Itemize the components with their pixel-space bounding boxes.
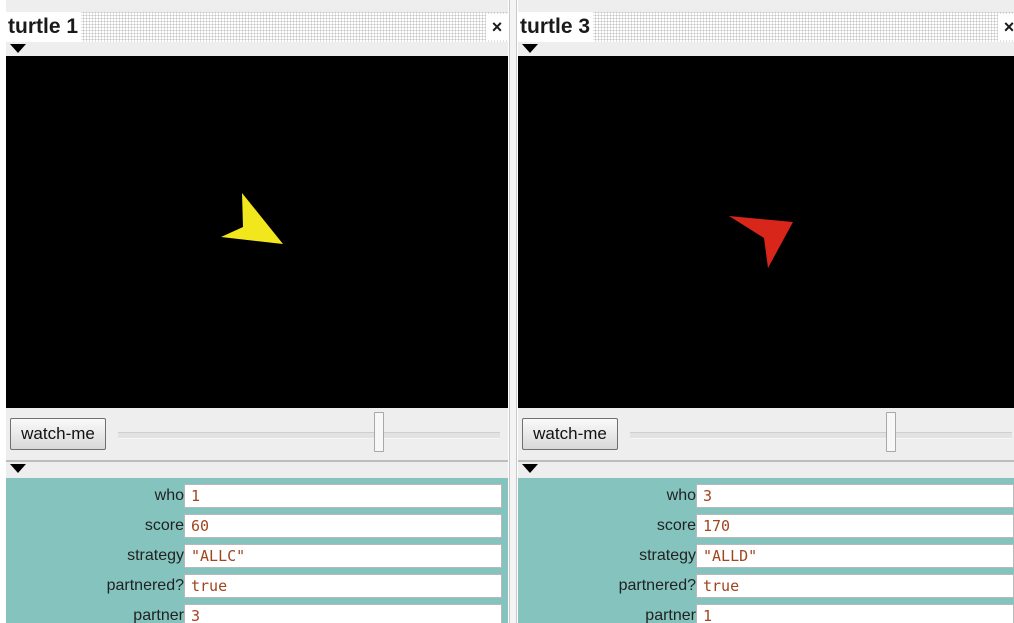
var-label: partner bbox=[645, 607, 696, 623]
var-value-field[interactable]: true bbox=[184, 574, 502, 598]
watch-me-button[interactable]: watch-me bbox=[10, 418, 106, 450]
view-collapse-toggle[interactable] bbox=[518, 42, 1014, 56]
var-value-field[interactable]: 3 bbox=[184, 604, 502, 623]
view-collapse-toggle[interactable] bbox=[6, 42, 508, 56]
watch-me-button[interactable]: watch-me bbox=[522, 418, 618, 450]
inspector-title: turtle 3 bbox=[518, 12, 594, 42]
watch-controls: watch-me bbox=[6, 408, 508, 462]
turtle-view bbox=[518, 56, 1014, 408]
watch-controls: watch-me bbox=[518, 408, 1014, 462]
var-row-score: score 170 bbox=[518, 514, 1014, 538]
turtle-shape-icon bbox=[221, 193, 283, 244]
var-value-field[interactable]: 60 bbox=[184, 514, 502, 538]
var-value-field[interactable]: "ALLD" bbox=[696, 544, 1014, 568]
zoom-slider-thumb[interactable] bbox=[374, 412, 384, 452]
var-value-field[interactable]: 1 bbox=[696, 604, 1014, 623]
var-row-partner: partner 1 bbox=[518, 604, 1014, 623]
var-row-score: score 60 bbox=[6, 514, 508, 538]
var-row-who: who 3 bbox=[518, 484, 1014, 508]
var-label: partnered? bbox=[106, 577, 184, 594]
var-row-strategy: strategy "ALLC" bbox=[6, 544, 508, 568]
close-icon[interactable]: × bbox=[998, 14, 1014, 40]
var-label: partnered? bbox=[618, 577, 696, 594]
turtle-variables-panel: who 3 score 170 strategy "ALLD" partnere… bbox=[518, 478, 1014, 623]
var-value-field[interactable]: "ALLC" bbox=[184, 544, 502, 568]
vars-collapse-toggle[interactable] bbox=[6, 462, 508, 476]
var-value-field[interactable]: true bbox=[696, 574, 1014, 598]
close-icon[interactable]: × bbox=[486, 14, 508, 40]
turtle-variables-panel: who 1 score 60 strategy "ALLC" partnered… bbox=[6, 478, 508, 623]
zoom-slider[interactable] bbox=[118, 432, 500, 439]
turtle-inspector-3: turtle 3 × watch-me who 3 score 170 stra… bbox=[518, 0, 1014, 623]
var-label: score bbox=[144, 517, 184, 534]
var-value-field[interactable]: 1 bbox=[184, 484, 502, 508]
zoom-slider[interactable] bbox=[630, 432, 1012, 439]
collapse-triangle-icon bbox=[10, 44, 26, 53]
var-label: who bbox=[666, 487, 696, 504]
var-label: strategy bbox=[127, 547, 184, 564]
var-row-strategy: strategy "ALLD" bbox=[518, 544, 1014, 568]
collapse-triangle-icon bbox=[522, 44, 538, 53]
var-label: strategy bbox=[639, 547, 696, 564]
var-row-partner: partner 3 bbox=[6, 604, 508, 623]
turtle-view-canvas bbox=[729, 216, 793, 268]
inspector-titlebar[interactable]: turtle 3 × bbox=[518, 12, 1014, 42]
turtle-view bbox=[6, 56, 508, 408]
var-label: who bbox=[154, 487, 184, 504]
var-value-field[interactable]: 170 bbox=[696, 514, 1014, 538]
collapse-triangle-icon bbox=[522, 464, 538, 473]
inspector-titlebar[interactable]: turtle 1 × bbox=[6, 12, 508, 42]
var-row-partnered: partnered? true bbox=[6, 574, 508, 598]
turtle-view-canvas bbox=[221, 193, 283, 244]
turtle-inspector-1: turtle 1 × watch-me who 1 score 60 strat… bbox=[6, 0, 508, 623]
inspector-title: turtle 1 bbox=[6, 12, 82, 42]
var-row-who: who 1 bbox=[6, 484, 508, 508]
pane-divider[interactable] bbox=[509, 0, 517, 623]
var-label: partner bbox=[133, 607, 184, 623]
turtle-shape-icon bbox=[729, 216, 793, 268]
zoom-slider-thumb[interactable] bbox=[886, 412, 896, 452]
collapse-triangle-icon bbox=[10, 464, 26, 473]
var-value-field[interactable]: 3 bbox=[696, 484, 1014, 508]
var-row-partnered: partnered? true bbox=[518, 574, 1014, 598]
vars-collapse-toggle[interactable] bbox=[518, 462, 1014, 476]
var-label: score bbox=[656, 517, 696, 534]
